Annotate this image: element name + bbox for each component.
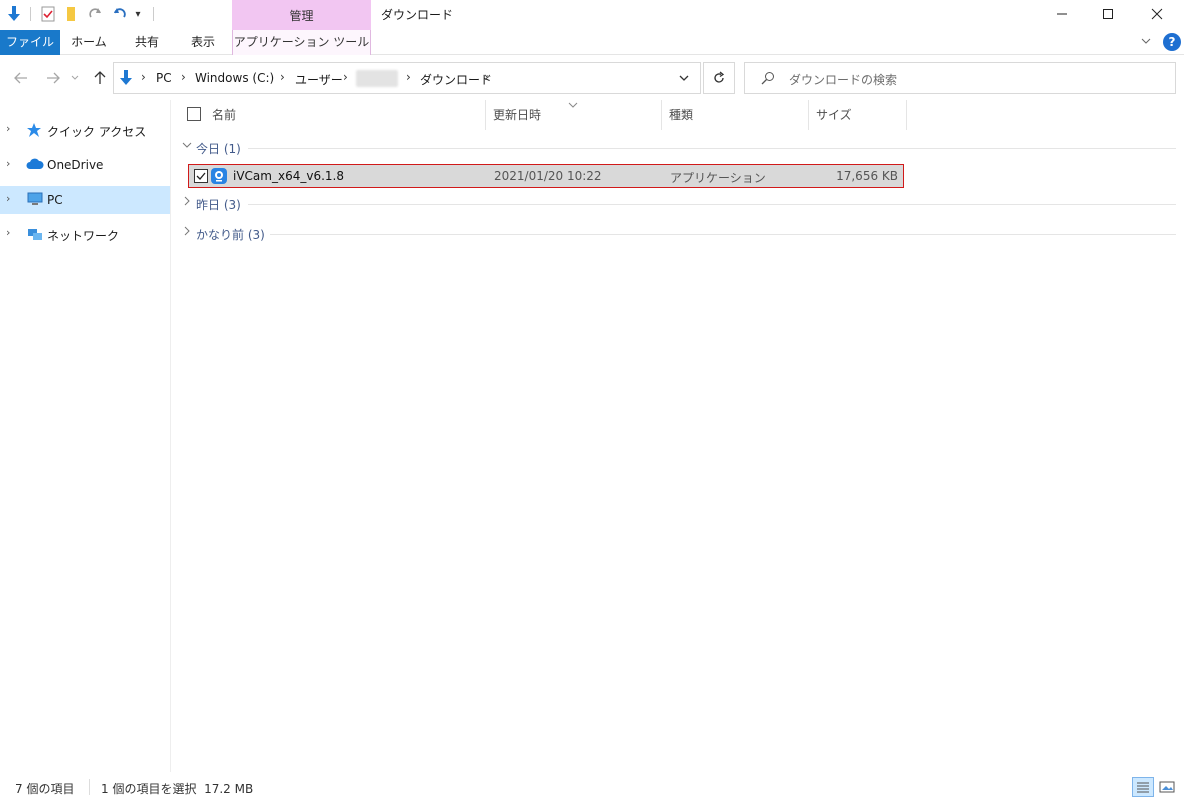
nav-item-pc[interactable]: › PC (0, 186, 170, 214)
breadcrumb-username-redacted[interactable] (356, 70, 398, 87)
navigation-pane: › クイック アクセス › OneDrive › PC › ネットワーク (0, 100, 171, 772)
recent-locations-dropdown[interactable] (68, 68, 82, 88)
file-list: 名前 更新日時 種類 サイズ 今日 (1) iVCam_x64_v6.1.8 2… (172, 100, 1184, 772)
breadcrumb-separator-icon[interactable]: › (181, 70, 186, 84)
nav-label: ネットワーク (47, 229, 120, 243)
breadcrumb-separator-icon[interactable]: › (280, 70, 285, 84)
column-header-modified[interactable]: 更新日時 (493, 100, 541, 130)
details-view-button[interactable] (1132, 777, 1154, 797)
chevron-right-icon[interactable]: › (6, 157, 10, 170)
large-icons-view-button[interactable] (1156, 777, 1178, 797)
computer-icon (26, 192, 44, 208)
tab-share[interactable]: 共有 (120, 30, 174, 55)
group-divider (248, 148, 1176, 149)
column-header-size[interactable]: サイズ (816, 100, 852, 130)
file-name: iVCam_x64_v6.1.8 (233, 169, 344, 183)
column-divider[interactable] (485, 100, 486, 130)
nav-item-quick-access[interactable]: › クイック アクセス (0, 116, 170, 144)
file-explorer-window: ▾ 管理 ダウンロード ファイル ホーム 共有 表示 アプリケーション ツール … (0, 0, 1184, 800)
status-item-count: 7 個の項目 (15, 782, 75, 796)
file-row[interactable]: iVCam_x64_v6.1.8 2021/01/20 10:22 アプリケーシ… (188, 164, 904, 188)
ribbon-expand-chevron-icon[interactable] (1140, 35, 1154, 49)
column-header-name[interactable]: 名前 (212, 100, 236, 130)
breadcrumb-separator-icon[interactable]: › (484, 70, 489, 84)
sort-chevron-icon (568, 98, 578, 112)
chevron-down-icon[interactable] (182, 140, 192, 153)
column-divider[interactable] (906, 100, 907, 130)
tab-view[interactable]: 表示 (176, 30, 230, 55)
column-divider[interactable] (661, 100, 662, 130)
chevron-right-icon[interactable] (182, 196, 192, 209)
undo-icon[interactable] (109, 4, 129, 24)
nav-item-network[interactable]: › ネットワーク (0, 220, 170, 248)
breadcrumb-users[interactable]: ユーザー (295, 71, 343, 88)
group-label: かなり前 (3) (196, 228, 265, 242)
new-folder-icon[interactable] (61, 4, 81, 24)
chevron-right-icon[interactable]: › (6, 122, 10, 135)
tab-home[interactable]: ホーム (62, 30, 116, 55)
breadcrumb-downloads[interactable]: ダウンロード (420, 71, 492, 88)
search-placeholder: ダウンロードの検索 (789, 73, 898, 87)
file-modified: 2021/01/20 10:22 (494, 169, 602, 183)
file-size: 17,656 KB (836, 169, 898, 183)
context-tab-group-label: 管理 (232, 0, 371, 30)
qat-customize-dropdown[interactable]: ▾ (131, 4, 145, 24)
nav-item-onedrive[interactable]: › OneDrive (0, 151, 170, 179)
breadcrumb-separator-icon[interactable]: › (406, 70, 411, 84)
download-arrow-icon[interactable] (4, 4, 24, 24)
breadcrumb-windows-c[interactable]: Windows (C:) (195, 71, 274, 85)
row-checkbox[interactable] (194, 169, 208, 183)
status-selection: 1 個の項目を選択 17.2 MB (101, 782, 254, 796)
breadcrumb-separator-icon[interactable]: › (141, 70, 146, 84)
status-bar: 7 個の項目 1 個の項目を選択 17.2 MB (0, 772, 1184, 800)
window-title: ダウンロード (381, 8, 454, 22)
nav-label: PC (47, 193, 63, 207)
close-button[interactable] (1134, 0, 1180, 28)
tab-file[interactable]: ファイル (0, 30, 60, 55)
chevron-right-icon[interactable]: › (6, 226, 10, 239)
back-button[interactable] (11, 68, 31, 88)
minimize-button[interactable] (1039, 0, 1085, 28)
address-bar[interactable]: › PC › Windows (C:) › ユーザー › › ダウンロード › (113, 62, 701, 94)
search-icon (761, 71, 775, 88)
group-divider (270, 234, 1176, 235)
group-header-yesterday[interactable]: 昨日 (3) (182, 194, 1176, 214)
group-divider (248, 204, 1176, 205)
chevron-right-icon[interactable] (182, 226, 192, 239)
cloud-icon (26, 157, 44, 173)
navigation-bar: › PC › Windows (C:) › ユーザー › › ダウンロード › … (0, 56, 1184, 100)
column-divider[interactable] (808, 100, 809, 130)
star-icon (26, 122, 44, 138)
tab-application-tools[interactable]: アプリケーション ツール (232, 30, 371, 55)
maximize-button[interactable] (1085, 0, 1131, 28)
properties-icon[interactable] (38, 4, 58, 24)
nav-label: OneDrive (47, 158, 104, 172)
up-button[interactable] (90, 68, 110, 88)
refresh-button[interactable] (703, 62, 735, 94)
status-divider (89, 779, 90, 795)
group-label: 昨日 (3) (196, 198, 241, 212)
network-icon (26, 226, 44, 242)
chevron-right-icon[interactable]: › (6, 192, 10, 205)
help-icon[interactable]: ? (1163, 33, 1181, 51)
group-label: 今日 (1) (196, 142, 241, 156)
qat-separator (150, 4, 156, 24)
search-box[interactable]: ダウンロードの検索 (744, 62, 1176, 94)
redo-icon[interactable] (86, 4, 106, 24)
forward-button[interactable] (43, 68, 63, 88)
ribbon-tabs: ファイル ホーム 共有 表示 アプリケーション ツール ? (0, 30, 1184, 55)
title-bar: ▾ 管理 ダウンロード (0, 0, 1184, 30)
downloads-folder-icon (119, 70, 133, 89)
address-history-dropdown-icon[interactable] (678, 72, 690, 87)
ivcam-app-icon (211, 168, 227, 184)
breadcrumb-pc[interactable]: PC (156, 71, 172, 85)
group-header-today[interactable]: 今日 (1) (182, 138, 1176, 158)
nav-label: クイック アクセス (47, 125, 147, 139)
breadcrumb-separator-icon[interactable]: › (343, 70, 348, 84)
column-header-type[interactable]: 種類 (669, 100, 693, 130)
group-header-long-ago[interactable]: かなり前 (3) (182, 224, 1176, 244)
qat-separator (27, 4, 33, 24)
select-all-checkbox[interactable] (187, 107, 201, 121)
file-type: アプリケーション (670, 171, 766, 185)
